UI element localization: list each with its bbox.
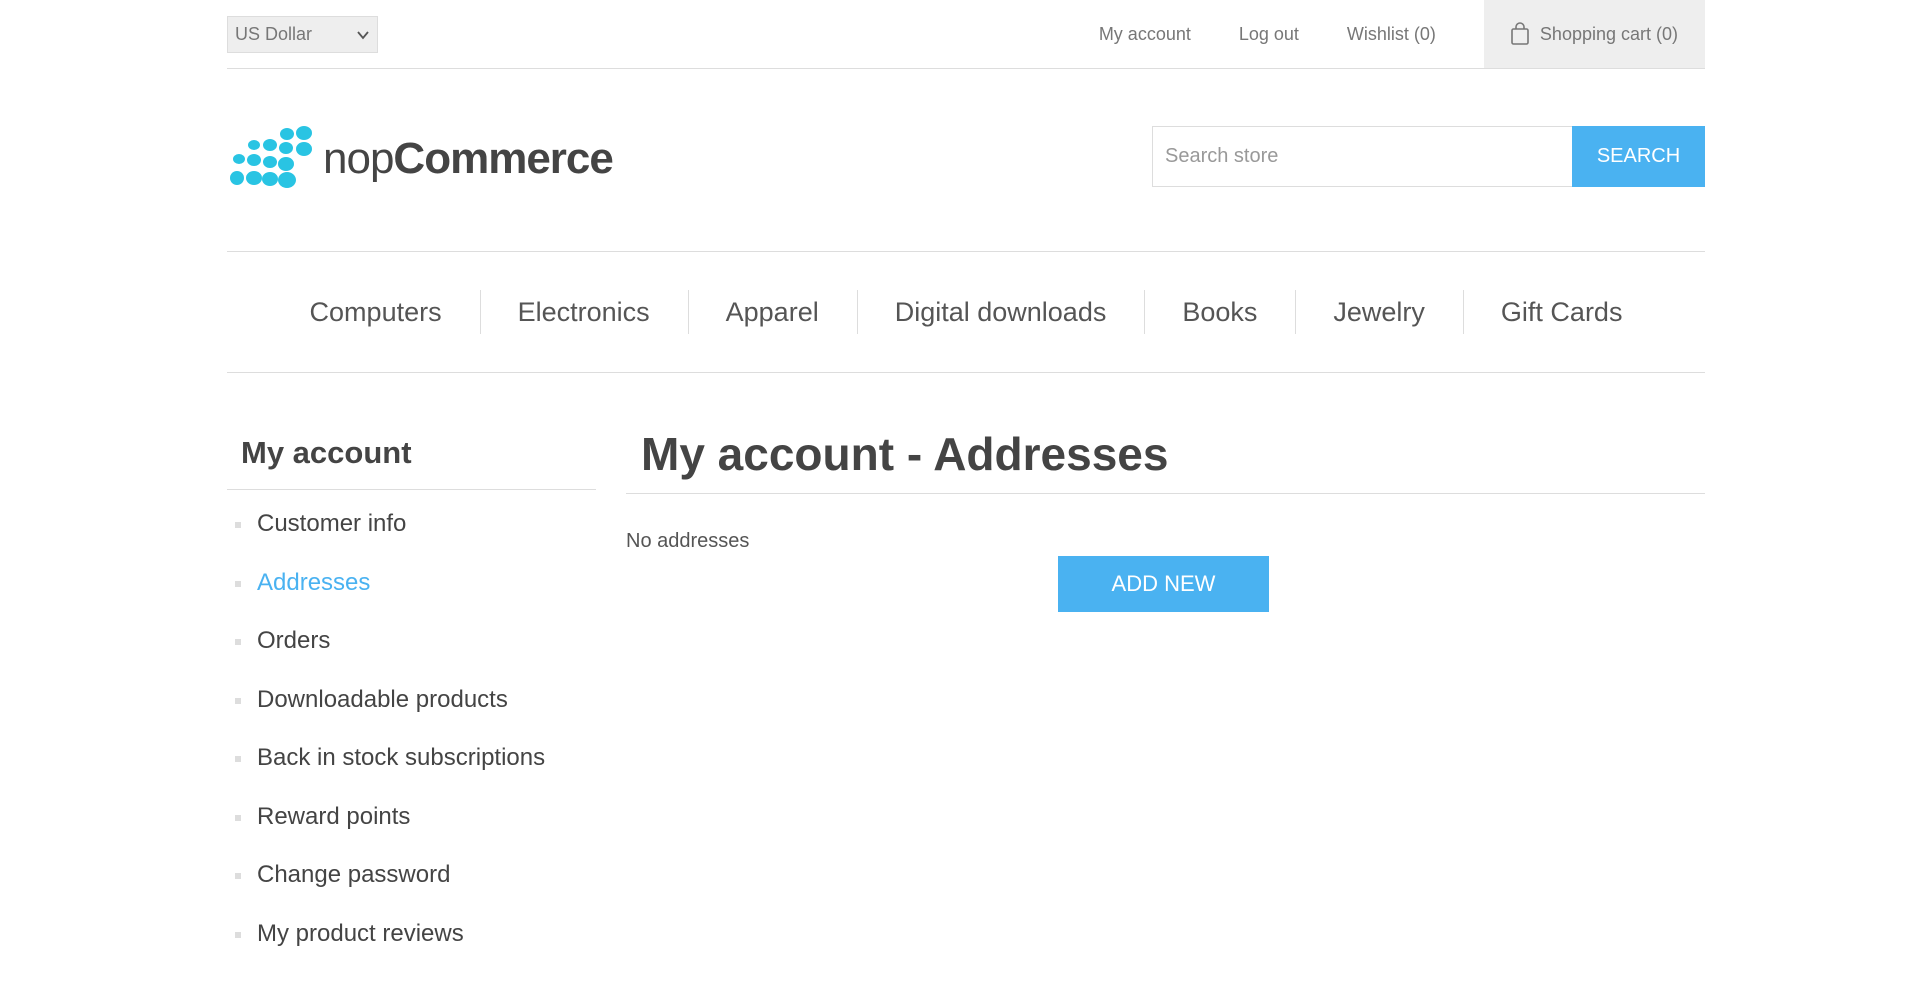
dots-logo-icon [230, 126, 312, 188]
menu-item-digital-downloads[interactable]: Digital downloads [856, 290, 1145, 334]
search-input[interactable] [1152, 126, 1572, 187]
top-menu: Computers Electronics Apparel Digital do… [227, 251, 1705, 373]
shopping-cart-link[interactable]: Shopping cart (0) [1483, 0, 1705, 68]
logo-wordmark: nopCommerce [323, 134, 614, 183]
menu-item-gift-cards[interactable]: Gift Cards [1462, 290, 1661, 334]
main-content: My account - Addresses No addresses ADD … [626, 420, 1705, 612]
store-logo[interactable]: nopCommerce [227, 126, 614, 192]
page-title: My account - Addresses [626, 420, 1705, 494]
account-sidebar: My account Customer info Addresses Order… [227, 420, 596, 974]
currency-selector[interactable]: US Dollar [227, 16, 378, 53]
sidebar-item-change-password[interactable]: Change password [227, 857, 596, 916]
wishlist-link[interactable]: Wishlist (0) [1347, 0, 1436, 68]
sidebar-item-customer-info[interactable]: Customer info [227, 506, 596, 565]
sidebar-item-my-product-reviews[interactable]: My product reviews [227, 916, 596, 975]
chevron-down-icon [357, 31, 369, 40]
sidebar-item-reward-points[interactable]: Reward points [227, 799, 596, 858]
menu-item-books[interactable]: Books [1144, 290, 1295, 334]
menu-item-electronics[interactable]: Electronics [479, 290, 688, 334]
my-account-link[interactable]: My account [1099, 0, 1191, 68]
page-wrapper: US Dollar My account Log out Wishlist (0… [227, 0, 1705, 1000]
header-links: My account Log out Wishlist (0) Shopping… [1099, 0, 1705, 68]
search-button[interactable]: SEARCH [1572, 126, 1705, 187]
menu-item-computers[interactable]: Computers [272, 290, 480, 334]
header-upper: US Dollar My account Log out Wishlist (0… [227, 0, 1705, 69]
logo-text-light: nop [323, 134, 394, 183]
account-navigation: Customer info Addresses Orders Downloada… [227, 506, 596, 974]
sidebar-item-back-in-stock-subscriptions[interactable]: Back in stock subscriptions [227, 740, 596, 799]
sidebar-item-addresses[interactable]: Addresses [227, 565, 596, 624]
currency-selected-value: US Dollar [235, 24, 313, 44]
menu-item-apparel[interactable]: Apparel [687, 290, 857, 334]
add-new-address-button[interactable]: ADD NEW [1058, 556, 1269, 612]
log-out-link[interactable]: Log out [1239, 0, 1299, 68]
empty-addresses-message: No addresses [626, 530, 750, 552]
logo-text-bold: Commerce [393, 134, 613, 183]
shopping-cart-label: Shopping cart (0) [1539, 24, 1678, 44]
menu-item-jewelry[interactable]: Jewelry [1295, 290, 1463, 334]
sidebar-item-downloadable-products[interactable]: Downloadable products [227, 682, 596, 741]
search-box: SEARCH [1152, 126, 1705, 187]
shopping-bag-icon [1511, 22, 1529, 45]
sidebar-title: My account [227, 420, 596, 490]
sidebar-item-orders[interactable]: Orders [227, 623, 596, 682]
